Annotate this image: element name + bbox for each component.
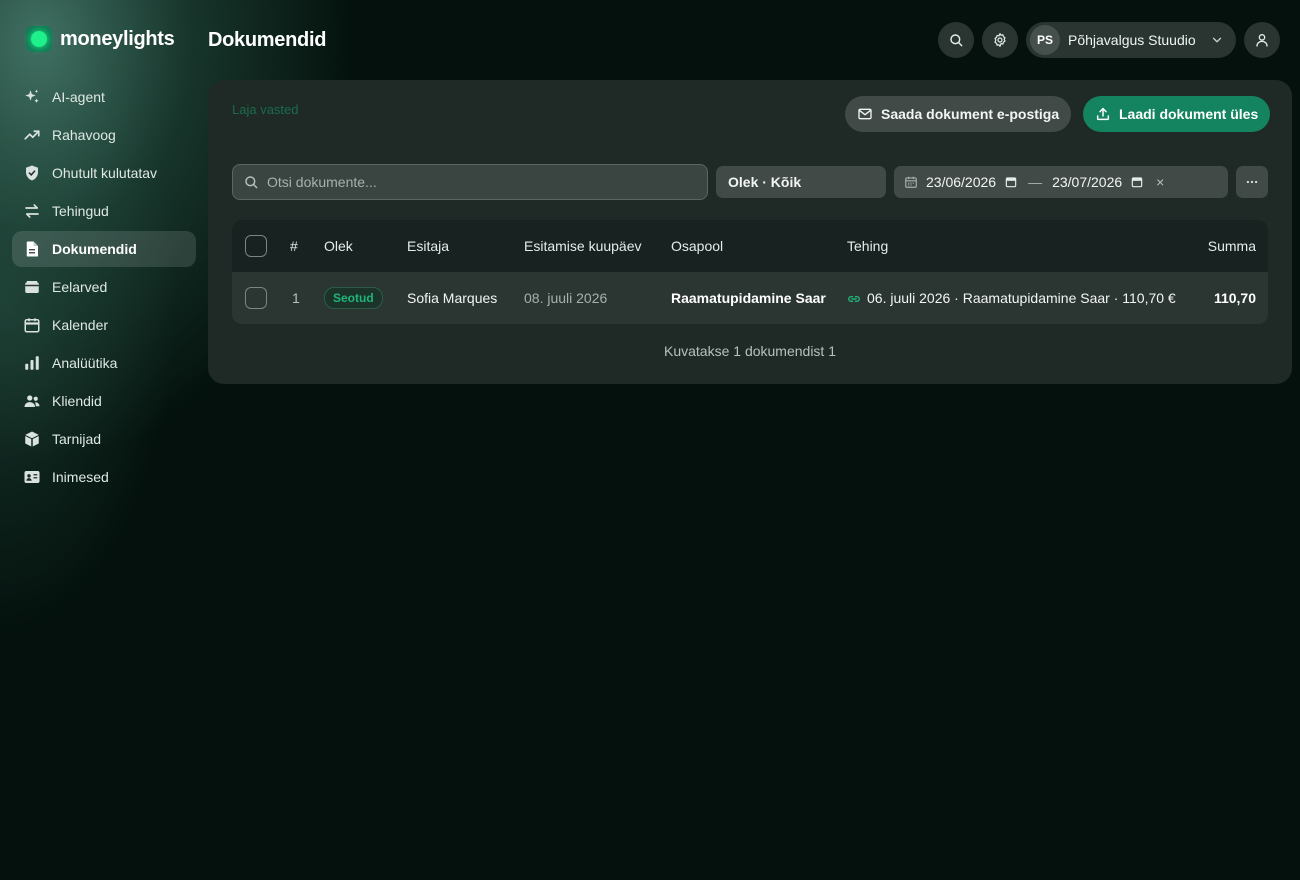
date-from-input[interactable]: 23/06/2026 <box>926 174 996 190</box>
calendar-icon <box>905 176 917 188</box>
email-document-label: Saada dokument e-postiga <box>881 106 1060 122</box>
chevron-down-icon <box>1212 37 1222 43</box>
sidebar-item-tehingud[interactable]: Tehingud <box>12 193 196 229</box>
upload-document-label: Laadi dokument üles <box>1119 106 1259 122</box>
more-horizontal-icon <box>1246 180 1258 184</box>
status-filter-select[interactable]: Olek · Kõik <box>716 166 886 198</box>
sidebar-item-label: AI-agent <box>52 89 105 105</box>
link-icon <box>848 296 860 303</box>
column-header-submitter[interactable]: Esitaja <box>407 238 449 254</box>
column-header-status[interactable]: Olek <box>324 238 353 254</box>
org-name: Põhjavalgus Stuudio <box>1068 32 1196 48</box>
sidebar-item-label: Eelarved <box>52 279 108 295</box>
date-to-input[interactable]: 23/07/2026 <box>1052 174 1122 190</box>
row-counterparty: Raamatupidamine Saar <box>671 290 826 306</box>
sidebar-item-ohutult-kulutatav[interactable]: Ohutult kulutatav <box>12 155 196 191</box>
wallet-icon <box>25 281 39 293</box>
sidebar-item-label: Analüütika <box>52 355 118 371</box>
documents-panel: Laja vasted Saada dokument e-postiga Laa… <box>208 80 1292 384</box>
box-icon <box>25 431 39 447</box>
sidebar-item-kalender[interactable]: Kalender <box>12 307 196 343</box>
clear-date-icon[interactable]: × <box>1156 174 1164 190</box>
status-badge-cell: Seotud <box>324 287 383 309</box>
page-title: Dokumendid <box>208 29 327 51</box>
mail-icon <box>858 108 872 120</box>
shield-check-icon <box>26 165 38 181</box>
sparkles-icon <box>25 89 39 103</box>
organization-switcher[interactable]: PS Põhjavalgus Stuudio <box>1026 22 1236 58</box>
search-icon <box>245 176 258 189</box>
status-badge: Seotud <box>324 287 383 309</box>
results-count: Kuvatakse 1 dokumendist 1 <box>664 343 836 359</box>
sidebar-item-label: Kliendid <box>52 393 102 409</box>
sidebar-item-label: Inimesed <box>52 469 109 485</box>
row-transaction[interactable]: 06. juuli 2026 · Raamatupidamine Saar · … <box>847 290 1176 306</box>
users-icon <box>24 395 40 407</box>
column-header-submitted-date[interactable]: Esitamise kuupäev <box>524 238 642 254</box>
trend-up-icon <box>24 130 40 140</box>
sidebar-item-tarnijad[interactable]: Tarnijad <box>12 421 196 457</box>
brand-name: moneylights <box>60 27 175 50</box>
select-all-checkbox[interactable] <box>245 235 267 257</box>
table-row[interactable]: 1 Seotud Sofia Marques 08. juuli 2026 Ra… <box>232 272 1268 324</box>
id-card-icon <box>24 471 40 483</box>
row-transaction-label: 06. juuli 2026 · Raamatupidamine Saar · … <box>867 289 1176 306</box>
calendar-icon <box>24 318 40 333</box>
sidebar-item-ai-agent[interactable]: AI-agent <box>12 79 196 115</box>
date-picker-icon[interactable] <box>1130 175 1144 189</box>
column-header-counterparty[interactable]: Osapool <box>671 238 723 254</box>
row-submitter: Sofia Marques <box>407 290 498 306</box>
sidebar-item-label: Tarnijad <box>52 431 102 447</box>
user-icon <box>1256 34 1268 47</box>
gear-icon <box>994 33 1006 47</box>
row-submitted-date: 08. juuli 2026 <box>524 290 608 306</box>
documents-table: # Olek Esitaja Esitamise kuupäev Osapool… <box>232 220 1268 324</box>
sidebar-item-label: Rahavoog <box>52 127 116 143</box>
column-header-amount[interactable]: Summa <box>1208 238 1256 254</box>
search-icon <box>950 34 963 47</box>
sidebar-item-label: Ohutult kulutatav <box>52 165 158 181</box>
sidebar-item-label: Kalender <box>52 317 109 333</box>
column-header-index: # <box>290 238 298 254</box>
sidebar-item-eelarved[interactable]: Eelarved <box>12 269 196 305</box>
search-button[interactable] <box>938 22 974 58</box>
logo-mark-icon <box>26 26 52 52</box>
row-amount: 110,70 <box>1213 290 1256 306</box>
profile-button[interactable] <box>1244 22 1280 58</box>
more-options-button[interactable] <box>1236 166 1268 198</box>
sidebar-item-inimesed[interactable]: Inimesed <box>12 459 196 495</box>
upload-icon <box>1096 107 1110 121</box>
date-picker-icon[interactable] <box>1004 175 1018 189</box>
date-range-filter[interactable]: 23/06/2026 — 23/07/2026 × <box>894 166 1228 198</box>
sidebar-item-analuutika[interactable]: Analüütika <box>12 345 196 381</box>
table-header: # Olek Esitaja Esitamise kuupäev Osapool… <box>232 220 1268 272</box>
column-header-transaction[interactable]: Tehing <box>847 238 888 254</box>
search-input[interactable] <box>267 174 687 190</box>
date-separator: — <box>1028 174 1043 190</box>
sidebar-item-label: Dokumendid <box>52 241 137 257</box>
search-field[interactable] <box>232 164 708 200</box>
org-avatar: PS <box>1030 25 1060 55</box>
row-checkbox[interactable] <box>245 287 267 309</box>
upload-document-button[interactable]: Laadi dokument üles <box>1083 96 1271 132</box>
bar-chart-icon <box>25 356 39 370</box>
brand-logo[interactable]: moneylights <box>26 26 175 52</box>
row-index: 1 <box>292 290 300 306</box>
settings-button[interactable] <box>982 22 1018 58</box>
matches-hint: Laja vasted <box>232 102 299 117</box>
sidebar-item-dokumendid[interactable]: Dokumendid <box>12 231 196 267</box>
sidebar-item-label: Tehingud <box>52 203 109 219</box>
arrows-exchange-icon <box>25 204 39 218</box>
sidebar: AI-agent Rahavoog Ohutult kulutatav Tehi… <box>12 79 196 497</box>
document-icon <box>26 241 38 257</box>
sidebar-item-kliendid[interactable]: Kliendid <box>12 383 196 419</box>
email-document-button[interactable]: Saada dokument e-postiga <box>845 96 1072 132</box>
sidebar-item-rahavoog[interactable]: Rahavoog <box>12 117 196 153</box>
